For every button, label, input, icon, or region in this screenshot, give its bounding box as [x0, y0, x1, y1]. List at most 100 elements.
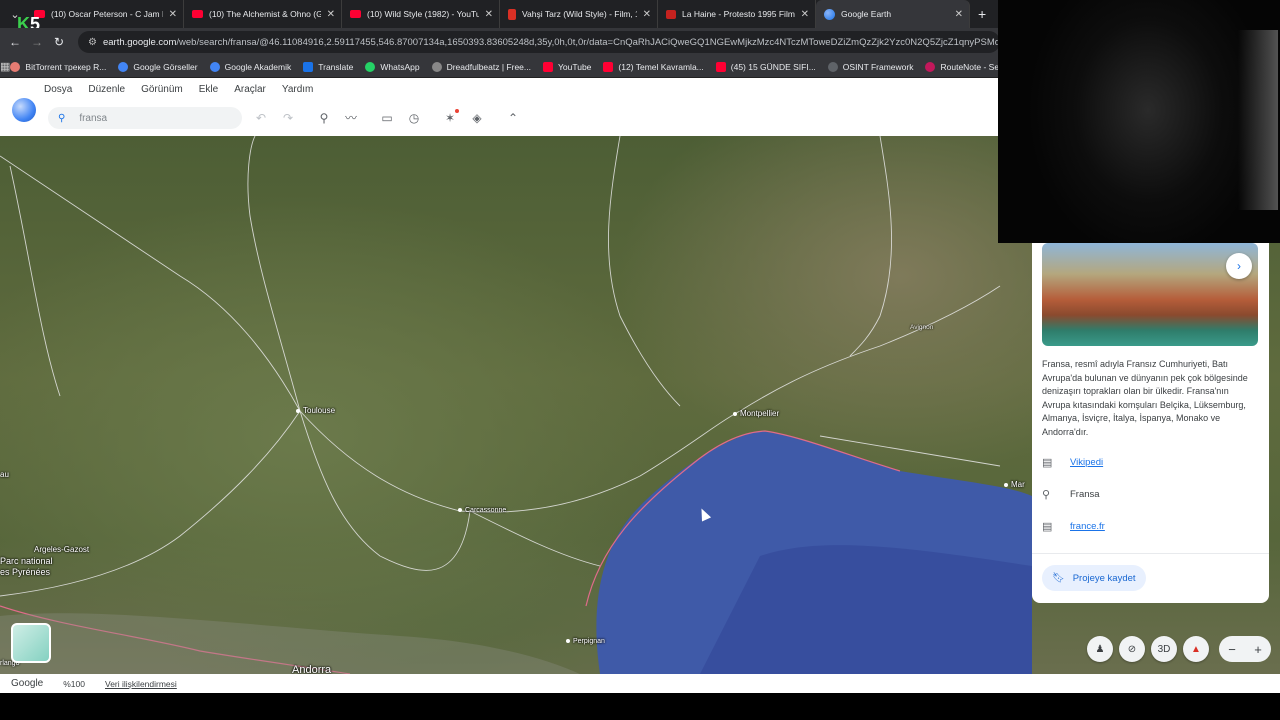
routenote-icon: [925, 61, 936, 72]
map-label-argeles: Argeles-Gazost: [34, 545, 90, 554]
compass-icon[interactable]: ▲: [1183, 636, 1209, 662]
film-icon: [666, 9, 676, 19]
place-info-card: › Fransa, resmî adıyla Fransız Cumhuriye…: [1032, 243, 1269, 603]
reload-icon[interactable]: ↻: [48, 35, 70, 49]
bookmark[interactable]: RouteNote - Sell Yo...: [925, 61, 1000, 72]
draw-path-icon[interactable]: 〰: [342, 109, 360, 127]
tab-title: (10) The Alchemist & Ohno (Ga: [209, 9, 321, 19]
forward-icon[interactable]: →: [26, 35, 48, 49]
bookmark[interactable]: (12) Temel Kavramla...: [603, 61, 704, 72]
webcam-overlay: [998, 0, 1280, 243]
bookmark[interactable]: OSINT Framework: [827, 61, 913, 72]
divider: [1032, 553, 1269, 554]
menu-add[interactable]: Ekle: [199, 84, 218, 95]
chevron-right-icon[interactable]: ›: [1226, 253, 1252, 279]
map-style-thumbnail[interactable]: [11, 623, 51, 663]
new-features-icon[interactable]: ✶: [441, 109, 459, 127]
website-link[interactable]: france.fr: [1070, 521, 1105, 532]
menu-help[interactable]: Yardım: [282, 84, 314, 95]
map-label-montpellier: Montpellier: [733, 409, 779, 418]
youtube-icon: [350, 10, 361, 18]
new-tab-icon[interactable]: +: [978, 6, 986, 22]
toolbar-tools: ↶ ↷ ⚲ 〰 ▭ ◷ ✶ ◈ ⌃: [252, 109, 531, 127]
bookmark[interactable]: Google Görseller: [118, 61, 198, 72]
bookmark[interactable]: WhatsApp: [365, 61, 420, 72]
address-bar: ← → ↻ ⚙ earth.google.com /web/search/fra…: [0, 28, 1000, 56]
browser-tab[interactable]: Vahşi Tarz (Wild Style) - Film, 19 ✕: [500, 0, 658, 28]
location-pin-icon: ⚲: [1042, 488, 1051, 501]
add-placemark-icon[interactable]: ⚲: [315, 109, 333, 127]
compass-off-icon[interactable]: ⊘: [1119, 636, 1145, 662]
place-description: Fransa, resmî adıyla Fransız Cumhuriyeti…: [1042, 359, 1248, 437]
close-tab-icon[interactable]: ✕: [169, 9, 177, 20]
pegman-icon[interactable]: ♟: [1087, 636, 1113, 662]
tab-title: (10) Wild Style (1982) - YouTub: [367, 9, 479, 19]
translate-icon: [303, 61, 314, 72]
bookmark[interactable]: Translate: [303, 61, 353, 72]
bookmarks-bar: ▦ BitTorrent трекер R... Google Görselle…: [0, 56, 1000, 78]
url-field[interactable]: ⚙ earth.google.com /web/search/fransa/@4…: [78, 31, 1000, 53]
close-tab-icon[interactable]: ✕: [327, 9, 335, 20]
redo-icon[interactable]: ↷: [279, 109, 297, 127]
map-label-perpignan: Perpignan: [566, 638, 605, 645]
menu-tools[interactable]: Araçlar: [234, 84, 266, 95]
earth-toolbar: Dosya Düzenle Görünüm Ekle Araçlar Yardı…: [0, 78, 998, 136]
google-icon: [118, 61, 129, 72]
close-tab-icon[interactable]: ✕: [485, 9, 493, 20]
scholar-icon: [209, 61, 220, 72]
bookmark[interactable]: YouTube: [543, 61, 591, 72]
browser-tab-active[interactable]: Google Earth ✕: [816, 0, 970, 28]
map-controls: ♟ ⊘ 3D ▲ − +: [1087, 636, 1271, 662]
bookmark-icon: 🔖︎: [1052, 572, 1065, 584]
place-photo[interactable]: ›: [1042, 243, 1258, 346]
toggle-3d-button[interactable]: 3D: [1151, 636, 1177, 662]
url-path: /web/search/fransa/@46.11084916,2.591174…: [176, 36, 1000, 48]
browser-tab[interactable]: (10) Oscar Peterson - C Jam Blu ✕: [26, 0, 184, 28]
search-box[interactable]: ⚲: [48, 107, 242, 129]
browser-tab[interactable]: (10) The Alchemist & Ohno (Ga ✕: [184, 0, 342, 28]
back-icon[interactable]: ←: [4, 35, 26, 49]
browser-tab[interactable]: La Haine - Protesto 1995 Filmi ✕: [658, 0, 816, 28]
zoom-controls: − +: [1219, 636, 1271, 662]
menu-view[interactable]: Görünüm: [141, 84, 183, 95]
browser-tab[interactable]: (10) Wild Style (1982) - YouTub ✕: [342, 0, 500, 28]
zoom-out-icon[interactable]: −: [1228, 642, 1236, 657]
youtube-icon: [192, 10, 203, 18]
close-tab-icon[interactable]: ✕: [801, 9, 809, 20]
tab-title: (10) Oscar Peterson - C Jam Blu: [51, 9, 163, 19]
google-earth-logo-icon[interactable]: [12, 98, 36, 122]
history-icon[interactable]: ◷: [405, 109, 423, 127]
zoom-in-icon[interactable]: +: [1254, 642, 1262, 657]
map-label-parc: Parc national: [0, 556, 53, 566]
website-icon: ▤: [1042, 520, 1053, 533]
site-info-icon[interactable]: ⚙: [88, 37, 97, 48]
bookmark-favicon-icon: [10, 61, 21, 72]
menu-file[interactable]: Dosya: [44, 84, 72, 95]
zoom-level: %100: [63, 678, 85, 689]
place-name: Fransa: [1070, 488, 1100, 500]
bookmark[interactable]: BitTorrent трекер R...: [10, 61, 106, 72]
data-attribution-link[interactable]: Veri ilişkilendirmesi: [105, 679, 177, 689]
map-label-pyrenees: es Pyrénées: [0, 567, 51, 577]
browser-tab-strip: ⌄ (10) Oscar Peterson - C Jam Blu ✕ (10)…: [0, 0, 1000, 28]
map-label-carcassonne: Carcassonne: [458, 507, 506, 514]
search-input[interactable]: [79, 112, 220, 124]
youtube-icon: [603, 61, 614, 72]
measure-icon[interactable]: ▭: [378, 109, 396, 127]
search-icon: ⚲: [58, 112, 66, 124]
collapse-icon[interactable]: ⌃: [504, 109, 522, 127]
close-tab-icon[interactable]: ✕: [955, 9, 963, 20]
bookmark-favicon-icon: [431, 61, 442, 72]
bookmark[interactable]: Dreadfulbeatz | Free...: [431, 61, 531, 72]
apps-grid-icon[interactable]: ▦: [0, 60, 10, 73]
undo-icon[interactable]: ↶: [252, 109, 270, 127]
close-tab-icon[interactable]: ✕: [643, 9, 651, 20]
bookmark[interactable]: (45) 15 GÜNDE SIFI...: [715, 61, 816, 72]
wikipedia-link[interactable]: Vikipedi: [1070, 457, 1103, 468]
bookmark[interactable]: Google Akademik: [209, 61, 291, 72]
menu-edit[interactable]: Düzenle: [88, 84, 125, 95]
save-to-project-button[interactable]: 🔖︎ Projeye kaydet: [1042, 565, 1146, 591]
map-layers-icon[interactable]: ◈: [468, 109, 486, 127]
whatsapp-icon: [365, 61, 376, 72]
tab-title: Vahşi Tarz (Wild Style) - Film, 19: [522, 9, 637, 19]
